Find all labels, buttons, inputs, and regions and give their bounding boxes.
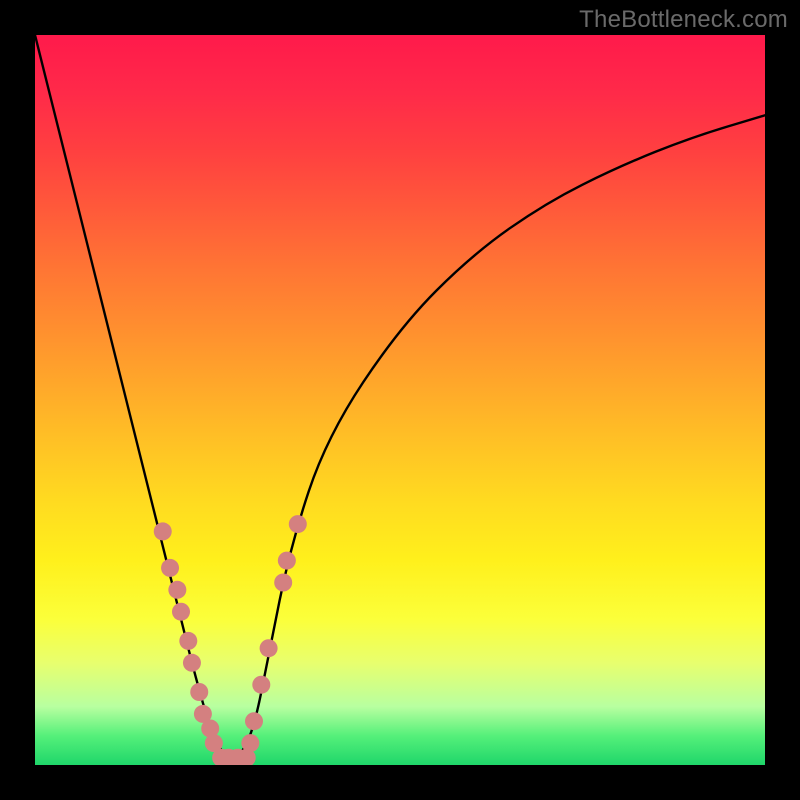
watermark-label: TheBottleneck.com [579,6,788,34]
marker-dot [179,632,197,650]
marker-group [154,515,307,765]
marker-dot [245,712,263,730]
chart-svg [35,35,765,765]
marker-dot [190,683,208,701]
marker-dot [260,639,278,657]
plot-area [35,35,765,765]
marker-dot [274,574,292,592]
marker-dot [241,734,259,752]
marker-dot [161,559,179,577]
marker-dot [183,654,201,672]
bottleneck-curve [35,35,765,758]
marker-dot [278,552,296,570]
chart-frame: TheBottleneck.com [0,0,800,800]
marker-dot [154,522,172,540]
marker-dot [289,515,307,533]
marker-dot [168,581,186,599]
marker-dot [252,676,270,694]
marker-dot [172,603,190,621]
